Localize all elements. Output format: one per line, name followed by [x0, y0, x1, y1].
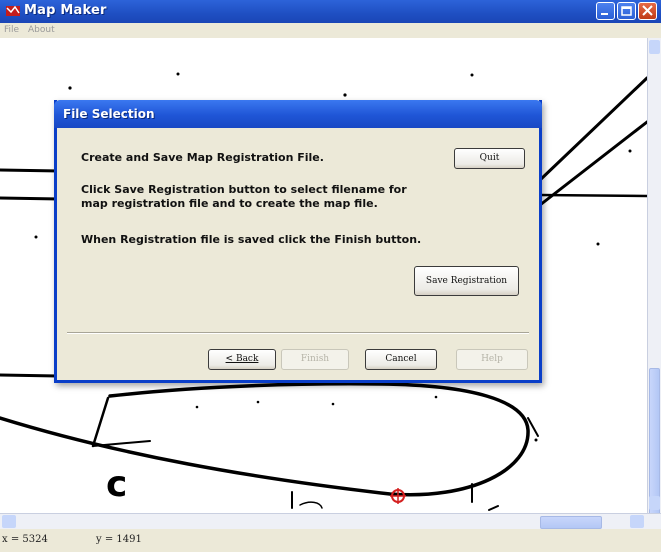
back-button[interactable]: < Back — [208, 349, 276, 370]
registration-marker[interactable] — [390, 488, 406, 504]
window-title: Map Maker — [24, 3, 107, 18]
maximize-icon — [621, 6, 632, 16]
dialog-title: File Selection — [63, 107, 155, 121]
close-icon — [642, 5, 653, 16]
menu-file[interactable]: File — [4, 25, 19, 35]
vertical-scrollbar[interactable] — [647, 38, 661, 518]
dialog-instruction-1: Click Save Registration button to select… — [81, 183, 407, 196]
quit-button[interactable]: Quit — [454, 148, 525, 169]
dialog-separator — [67, 332, 529, 334]
dialog-finish-note: When Registration file is saved click th… — [81, 233, 422, 246]
y-coordinate: y = 1491 — [96, 534, 142, 545]
minimize-button[interactable] — [596, 2, 615, 20]
scroll-right-icon[interactable] — [630, 515, 644, 528]
menu-about[interactable]: About — [28, 25, 55, 35]
horizontal-scroll-thumb[interactable] — [540, 516, 602, 529]
cancel-button[interactable]: Cancel — [365, 349, 437, 370]
file-selection-dialog: File Selection Create and Save Map Regis… — [54, 100, 542, 383]
minimize-icon — [601, 13, 608, 15]
app-icon — [6, 5, 20, 16]
scroll-up-icon[interactable] — [649, 40, 660, 54]
map-label: c — [106, 464, 128, 505]
x-coordinate: x = 5324 — [2, 534, 48, 545]
status-bar: x = 5324 y = 1491 — [0, 529, 661, 552]
scroll-down-icon[interactable] — [649, 496, 660, 510]
dialog-heading: Create and Save Map Registration File. — [81, 151, 324, 164]
app-title-bar[interactable]: Map Maker — [0, 0, 661, 23]
save-registration-button[interactable]: Save Registration — [414, 266, 519, 296]
finish-button[interactable]: Finish — [281, 349, 349, 370]
menu-bar: File About — [0, 23, 661, 38]
dialog-title-bar[interactable]: File Selection — [54, 100, 542, 128]
horizontal-scrollbar[interactable] — [0, 513, 661, 529]
help-button[interactable]: Help — [456, 349, 528, 370]
scroll-left-icon[interactable] — [2, 515, 16, 528]
close-button[interactable] — [638, 2, 657, 20]
maximize-button[interactable] — [617, 2, 636, 20]
dialog-instruction-2: map registration file and to create the … — [81, 197, 378, 210]
